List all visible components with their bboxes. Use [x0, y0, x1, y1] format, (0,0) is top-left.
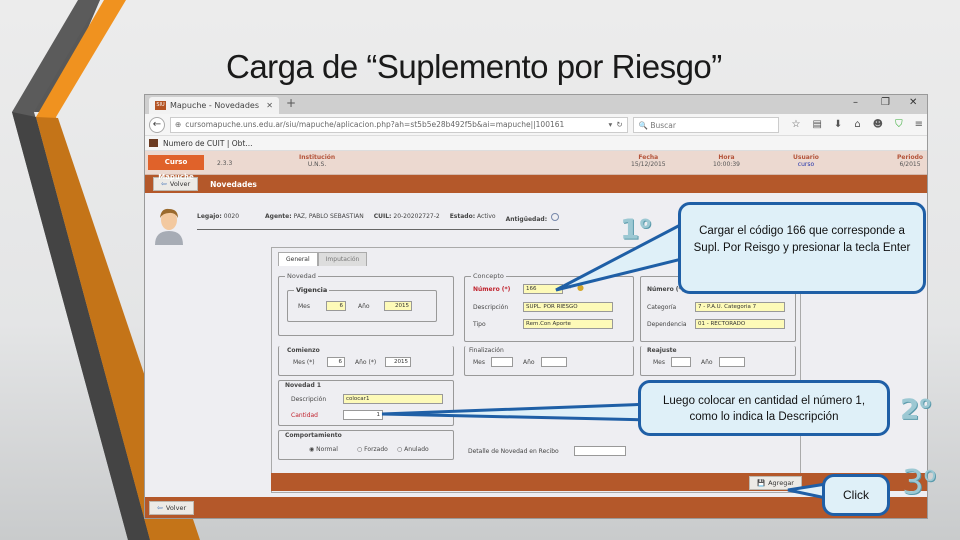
callout3-pointer: [787, 482, 828, 500]
step-2-badge: 2o: [900, 392, 932, 426]
step-3-badge: 3o: [902, 462, 937, 503]
callout2-pointer: [381, 402, 654, 422]
callout-step2: Luego colocar en cantidad el número 1, c…: [638, 380, 890, 436]
callout-step1: Cargar el código 166 que corresponde a S…: [678, 202, 926, 294]
step-1-badge: 1o: [620, 212, 652, 246]
callout-step3: Click: [822, 474, 890, 516]
